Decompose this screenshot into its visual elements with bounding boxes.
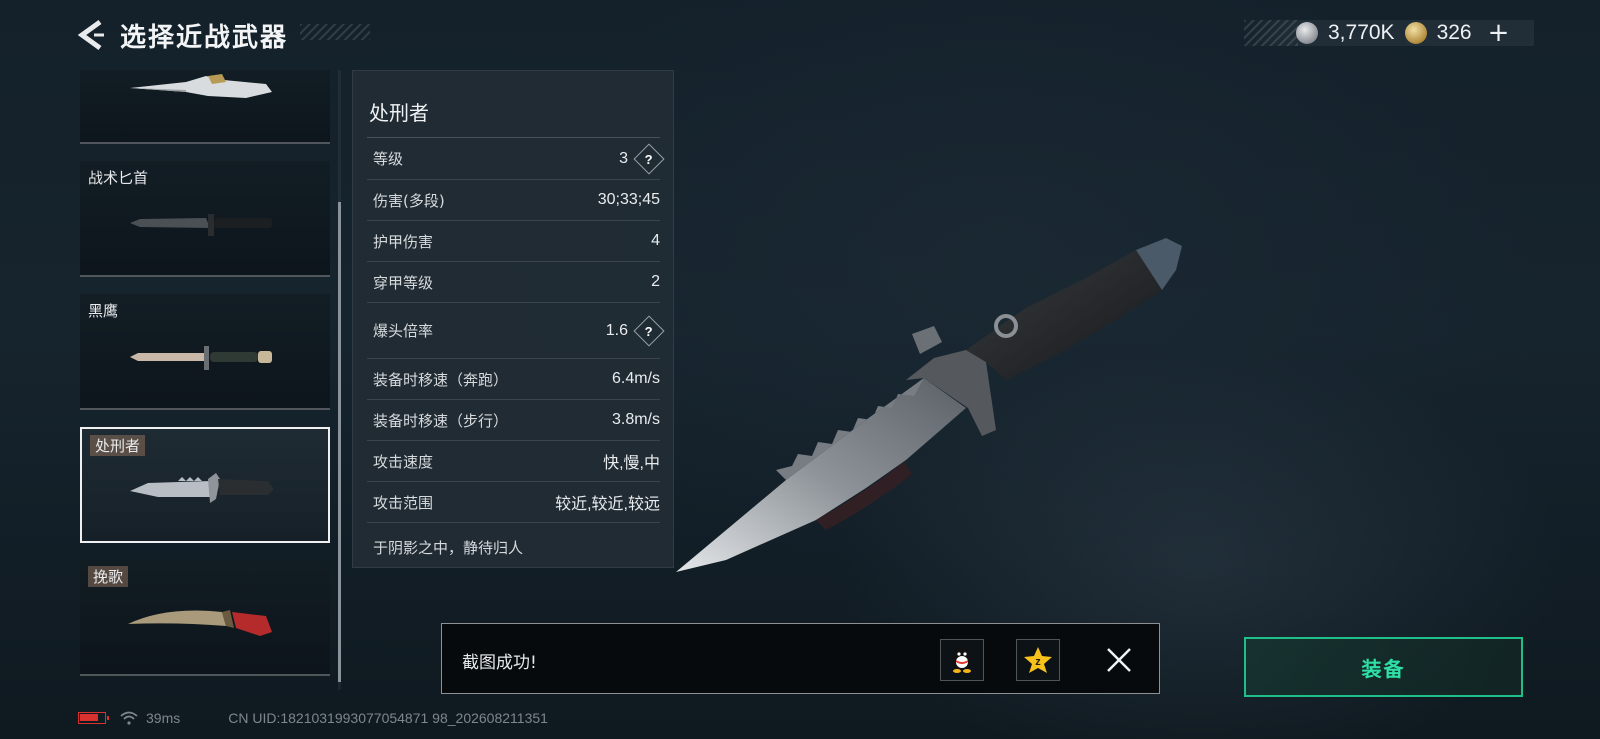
weapon-list: 战术匕首 黑鹰 处刑者 挽歌 bbox=[80, 70, 330, 690]
back-arrow-icon[interactable] bbox=[74, 18, 108, 52]
ping-value: 39ms bbox=[146, 710, 181, 726]
stat-value: 快,慢,中 bbox=[603, 455, 660, 472]
stat-label: 攻击速度 bbox=[373, 452, 434, 471]
page-title-wrap: 选择近战武器 bbox=[120, 16, 370, 54]
battery-icon bbox=[78, 712, 109, 724]
stat-label: 护甲伤害 bbox=[373, 232, 434, 251]
stat-value: 3 bbox=[619, 149, 628, 167]
stat-row-headshot: 爆头倍率 1.6 ? bbox=[367, 303, 665, 359]
qzone-share-button[interactable]: z bbox=[1016, 639, 1060, 681]
stat-row-attack-range: 攻击范围 较近,较近,较远 bbox=[367, 482, 660, 523]
weapon-thumb-icon bbox=[130, 74, 272, 98]
uid-text: CN UID:1821031993077054871 98_2026082113… bbox=[228, 710, 548, 726]
wifi-icon bbox=[120, 711, 138, 725]
gold-coin-icon bbox=[1404, 22, 1427, 44]
stat-row-armor-damage: 护甲伤害 4 bbox=[367, 221, 660, 262]
weapon-card[interactable]: 黑鹰 bbox=[80, 294, 330, 410]
stat-value: 较近,较近,较远 bbox=[555, 496, 660, 513]
currency-bar: 3,770K 326 + bbox=[1244, 20, 1534, 46]
qzone-icon: z bbox=[1024, 647, 1052, 673]
silver-value: 3,770K bbox=[1328, 21, 1395, 44]
stat-label: 伤害(多段) bbox=[373, 191, 445, 210]
title-decoration bbox=[300, 24, 370, 40]
weapon-thumb-icon bbox=[130, 473, 274, 503]
status-bar: 39ms CN UID:1821031993077054871 98_20260… bbox=[78, 708, 548, 728]
stat-label: 等级 bbox=[373, 150, 404, 168]
page-title: 选择近战武器 bbox=[120, 22, 289, 53]
close-icon[interactable] bbox=[1105, 646, 1133, 674]
weapon-thumb-icon bbox=[128, 610, 272, 636]
weapon-title: 处刑者 bbox=[369, 101, 429, 125]
weapon-card-selected[interactable]: 处刑者 bbox=[80, 427, 330, 543]
scroll-thumb[interactable] bbox=[338, 202, 341, 682]
stat-label: 攻击范围 bbox=[373, 493, 434, 512]
weapon-list-scrollbar[interactable] bbox=[338, 70, 341, 690]
stat-label: 爆头倍率 bbox=[373, 322, 434, 340]
weapon-thumb-icon bbox=[130, 346, 272, 370]
stat-value-wrap: 1.6 ? bbox=[605, 314, 665, 347]
weapon-card[interactable]: 战术匕首 bbox=[80, 161, 330, 277]
weapon-preview-image bbox=[676, 238, 1182, 572]
stat-row-penetration: 穿甲等级 2 bbox=[367, 262, 660, 303]
stat-label: 穿甲等级 bbox=[373, 273, 434, 292]
stat-row-damage: 伤害(多段) 30;33;45 bbox=[367, 180, 660, 221]
stat-label: 装备时移速（奔跑） bbox=[373, 370, 509, 389]
toast-message: 截图成功! bbox=[462, 653, 537, 673]
weapon-card[interactable]: 挽歌 bbox=[80, 560, 330, 676]
weapon-stats-panel: 处刑者 等级 3 ? 伤害(多段) 30;33;45 护甲伤害 4 穿甲等级 2… bbox=[352, 70, 674, 568]
svg-text:z: z bbox=[1035, 656, 1041, 668]
weapon-card[interactable] bbox=[80, 70, 330, 144]
weapon-name: 战术匕首 bbox=[88, 169, 149, 187]
gold-value: 326 bbox=[1436, 21, 1472, 44]
stat-value: 2 bbox=[651, 273, 660, 290]
stat-row-run-speed: 装备时移速（奔跑） 6.4m/s bbox=[367, 359, 660, 400]
stat-value: 30;33;45 bbox=[597, 191, 660, 208]
stat-value: 4 bbox=[651, 232, 660, 249]
equip-button[interactable]: 装备 bbox=[1244, 637, 1523, 697]
stat-row-walk-speed: 装备时移速（步行） 3.8m/s bbox=[367, 400, 660, 441]
stat-value: 1.6 bbox=[605, 321, 628, 339]
stat-value-wrap: 3 ? bbox=[619, 142, 665, 175]
help-icon[interactable]: ? bbox=[633, 314, 665, 347]
weapon-name: 黑鹰 bbox=[88, 302, 119, 320]
stat-label: 装备时移速（步行） bbox=[373, 411, 509, 430]
top-bar: 选择近战武器 3,770K 326 + bbox=[0, 0, 1600, 70]
weapon-name: 挽歌 bbox=[88, 566, 129, 587]
stat-row-level: 等级 3 ? bbox=[367, 138, 665, 180]
screenshot-toast: 截图成功! z bbox=[441, 623, 1160, 694]
plus-icon[interactable]: + bbox=[1488, 20, 1510, 46]
weapon-motto: 于阴影之中，静待归人 bbox=[373, 539, 524, 557]
qq-icon bbox=[953, 647, 971, 673]
qq-share-button[interactable] bbox=[940, 639, 984, 681]
equip-button-label: 装备 bbox=[1361, 656, 1406, 681]
stat-value: 3.8m/s bbox=[611, 411, 660, 428]
weapon-name: 处刑者 bbox=[90, 435, 146, 456]
weapon-thumb-icon bbox=[130, 214, 272, 236]
silver-coin-icon bbox=[1296, 22, 1318, 44]
stat-row-attack-speed: 攻击速度 快,慢,中 bbox=[367, 441, 660, 482]
stat-value: 6.4m/s bbox=[611, 370, 660, 387]
help-icon[interactable]: ? bbox=[633, 142, 665, 175]
